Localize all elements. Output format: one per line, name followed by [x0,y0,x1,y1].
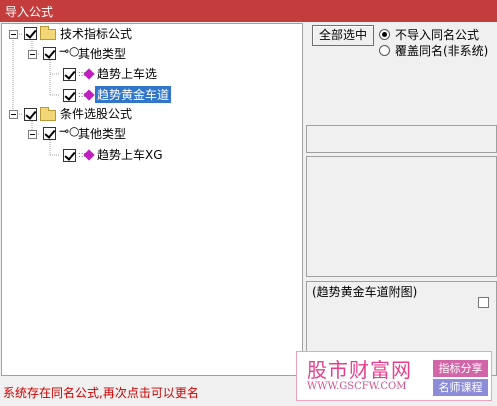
subgroup-checkbox[interactable] [43,47,56,60]
collapse-toggle[interactable] [28,50,37,59]
tree-subgroup-label[interactable]: 其他类型 [78,45,126,62]
status-message: 系统存在同名公式,再次点击可以更名 [3,386,199,400]
title-bar: 导入公式 [0,0,497,22]
collapse-toggle[interactable] [9,30,18,39]
watermark-tag-course: 名师课程 [433,379,488,396]
window-title: 导入公式 [5,5,54,19]
preview-title: (趋势黄金车道附图) [312,285,418,299]
item-checkbox[interactable] [63,68,76,81]
radio-overwrite[interactable] [379,45,390,56]
group-checkbox[interactable] [24,27,37,40]
collapse-toggle[interactable] [9,110,18,119]
radio-overwrite-label[interactable]: 覆盖同名(非系统) [395,42,488,59]
tree-subgroup-label[interactable]: 其他类型 [78,125,126,142]
radio-skip-duplicates[interactable] [379,29,390,40]
tree-item[interactable]: 趋势上车选 [97,65,157,82]
item-checkbox[interactable] [63,149,76,162]
group-checkbox[interactable] [24,108,37,121]
tree-item-selected[interactable]: 趋势黄金车道 [95,86,172,103]
watermark-site-name: 股市财富网 [307,358,412,382]
description-panel [306,156,497,277]
formula-tree[interactable]: 技术指标公式 ⊸○ 其他类型 ::: 趋势上车选 ::: 趋势黄金车道 条件选股… [1,23,303,376]
item-checkbox[interactable] [63,89,76,102]
tree-group-label[interactable]: 条件选股公式 [60,105,132,122]
tree-group-label[interactable]: 技术指标公式 [60,25,132,42]
options-pane: 全部选中 不导入同名公式 覆盖同名(非系统) [306,23,497,376]
select-all-button[interactable]: 全部选中 [312,25,374,46]
key-icon: ⊸○ [59,124,80,138]
key-icon: ⊸○ [59,44,80,58]
tree-item[interactable]: 趋势上车XG [97,146,163,163]
info-panel [306,125,497,153]
folder-icon [40,107,56,121]
subgroup-checkbox[interactable] [43,127,56,140]
watermark-url: WWW.GSCFW.COM [307,381,407,392]
folder-icon [40,26,56,40]
watermark-tag-share: 指标分享 [433,360,488,377]
radio-skip-label[interactable]: 不导入同名公式 [395,26,479,43]
preview-checkbox[interactable] [478,297,489,308]
watermark: 股市财富网 WWW.GSCFW.COM 指标分享 名师课程 [296,351,492,401]
collapse-toggle[interactable] [28,130,37,139]
